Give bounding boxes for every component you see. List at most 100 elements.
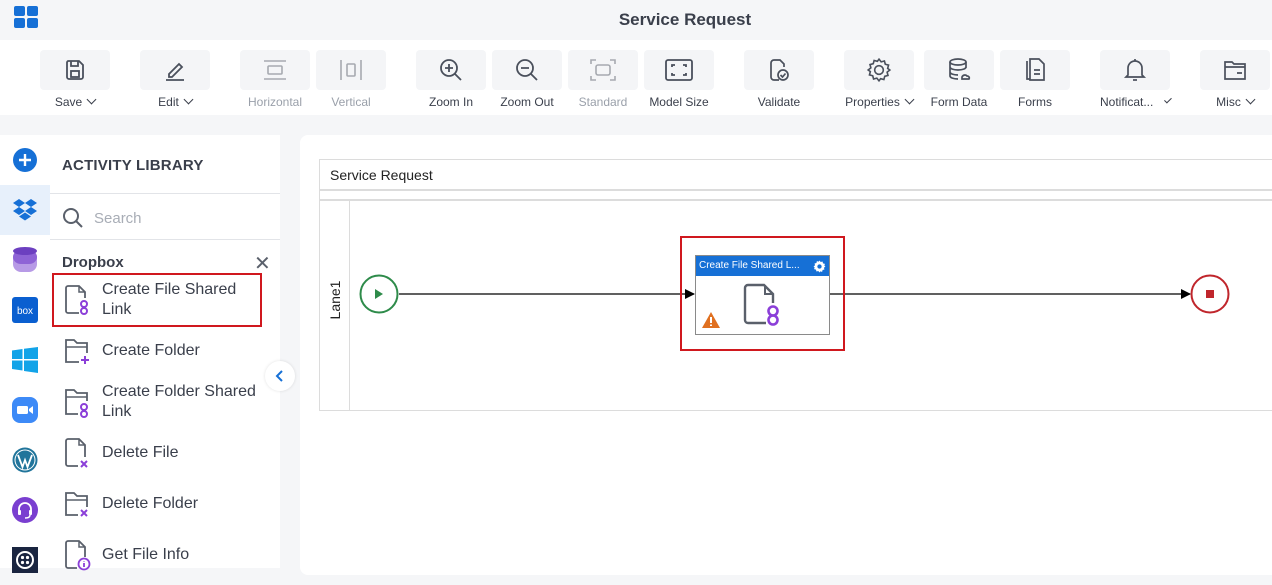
zoom-video-icon: [12, 397, 38, 423]
add-circle-icon: [13, 148, 37, 172]
file-link-icon: [65, 285, 88, 315]
library-item-get-file-info[interactable]: Get File Info: [62, 539, 268, 571]
rail-item-windows[interactable]: [0, 335, 50, 385]
chevron-left-icon: [275, 370, 283, 382]
standard-button[interactable]: Standard: [568, 50, 638, 109]
warning-icon[interactable]: [702, 312, 720, 328]
library-title: ACTIVITY LIBRARY: [62, 157, 204, 174]
activity-library: ACTIVITY LIBRARY Dropbox ✕ Create File S…: [50, 135, 280, 571]
zoom-out-label: Zoom Out: [500, 95, 554, 109]
svg-text:box: box: [17, 306, 33, 317]
library-item-label: Create File Shared Link: [102, 281, 237, 318]
zoom-out-icon: [516, 59, 538, 81]
lane-label: Lane1: [327, 280, 343, 320]
save-button[interactable]: Save: [40, 50, 110, 109]
folder-link-icon: [65, 389, 88, 418]
misc-button[interactable]: Misc: [1200, 50, 1270, 109]
library-item-label: Get File Info: [102, 546, 190, 563]
divider: [320, 199, 1272, 201]
windows-icon: [12, 347, 38, 373]
library-item-create-folder[interactable]: Create Folder: [62, 335, 268, 367]
form-data-button[interactable]: Form Data: [924, 50, 994, 109]
rail-item-database[interactable]: [0, 235, 50, 285]
pencil-icon: [166, 62, 184, 81]
standard-label: Standard: [578, 95, 628, 109]
stop-icon: [1206, 290, 1214, 298]
vertical-layout-icon: [340, 60, 362, 80]
library-item-label: Delete Folder: [102, 495, 199, 512]
folder-add-icon: [65, 339, 89, 364]
library-item-delete-folder[interactable]: Delete Folder: [62, 488, 268, 520]
database-stack-icon: [13, 247, 37, 272]
rail-item-twilio[interactable]: [0, 535, 50, 585]
close-icon[interactable]: ✕: [254, 254, 271, 274]
zoom-in-icon: [440, 59, 462, 81]
file-info-icon: [65, 540, 91, 571]
model-size-button[interactable]: Model Size: [644, 50, 714, 109]
library-item-create-file-shared-link[interactable]: Create File Shared Link: [52, 273, 262, 327]
save-label: Save: [54, 95, 83, 109]
wordpress-icon: [12, 447, 38, 473]
properties-label: Properties: [845, 95, 900, 109]
misc-label: Misc: [1216, 95, 1241, 109]
end-event[interactable]: [1190, 274, 1230, 314]
library-item-create-folder-shared-link[interactable]: Create Folder Shared Link: [62, 377, 268, 427]
task-create-file-shared-link[interactable]: Create File Shared L...: [695, 255, 830, 335]
search-icon: [63, 208, 83, 228]
library-item-label: Create Folder: [102, 342, 200, 359]
horizontal-button[interactable]: Horizontal: [240, 50, 310, 109]
horizontal-label: Horizontal: [247, 95, 303, 109]
folder-delete-icon: [65, 492, 88, 517]
zoom-out-button[interactable]: Zoom Out: [492, 50, 562, 109]
chevron-down-icon: [183, 94, 194, 105]
app-rail: box: [0, 135, 50, 573]
model-size-label: Model Size: [649, 95, 709, 109]
library-item-label: Create Folder Shared Link: [102, 383, 256, 420]
start-event[interactable]: [359, 274, 399, 314]
edit-label: Edit: [158, 95, 179, 109]
validate-button[interactable]: Validate: [744, 50, 814, 109]
vertical-button[interactable]: Vertical: [316, 50, 386, 109]
divider: [320, 189, 1272, 191]
collapse-panel-button[interactable]: [265, 361, 295, 391]
vertical-label: Vertical: [331, 95, 371, 109]
properties-button[interactable]: Properties: [844, 50, 915, 109]
rail-item-dropbox[interactable]: [0, 185, 50, 235]
rail-item-zoom[interactable]: [0, 385, 50, 435]
standard-size-icon: [590, 59, 616, 81]
divider: [50, 239, 280, 240]
lane-header[interactable]: Lane1: [320, 200, 350, 410]
zoom-in-button[interactable]: Zoom In: [416, 50, 486, 109]
notifications-button[interactable]: Notificat...: [1100, 50, 1172, 109]
rail-item-box[interactable]: box: [0, 285, 50, 335]
chevron-down-icon: [904, 94, 915, 105]
file-delete-icon: [65, 438, 88, 468]
gear-icon[interactable]: [813, 260, 826, 273]
chevron-down-icon: [1164, 95, 1172, 104]
edit-button[interactable]: Edit: [140, 50, 210, 109]
rail-item-wordpress[interactable]: [0, 435, 50, 485]
box-icon: box: [12, 297, 38, 323]
gear-icon: [866, 57, 892, 83]
library-item-delete-file[interactable]: Delete File: [62, 437, 268, 469]
headset-icon: [12, 497, 38, 523]
folder-icon: [1224, 61, 1246, 80]
bell-icon: [1123, 59, 1147, 81]
task-header: Create File Shared L...: [696, 256, 829, 276]
horizontal-layout-icon: [264, 60, 286, 80]
divider: [50, 193, 280, 194]
notifications-label: Notificat...: [1100, 95, 1154, 109]
forms-button[interactable]: Forms: [1000, 50, 1070, 109]
library-item-label: Delete File: [102, 444, 179, 461]
validate-icon: [770, 59, 789, 81]
database-icon: [949, 58, 971, 80]
page-title: Service Request: [618, 10, 752, 29]
rail-item-support[interactable]: [0, 485, 50, 535]
twilio-icon: [12, 547, 38, 573]
save-icon: [66, 60, 84, 80]
rail-item-add[interactable]: [0, 135, 50, 185]
pool-title: Service Request: [330, 167, 433, 183]
library-search: [62, 207, 244, 229]
search-input[interactable]: [94, 209, 244, 227]
category-title: Dropbox: [62, 254, 124, 271]
